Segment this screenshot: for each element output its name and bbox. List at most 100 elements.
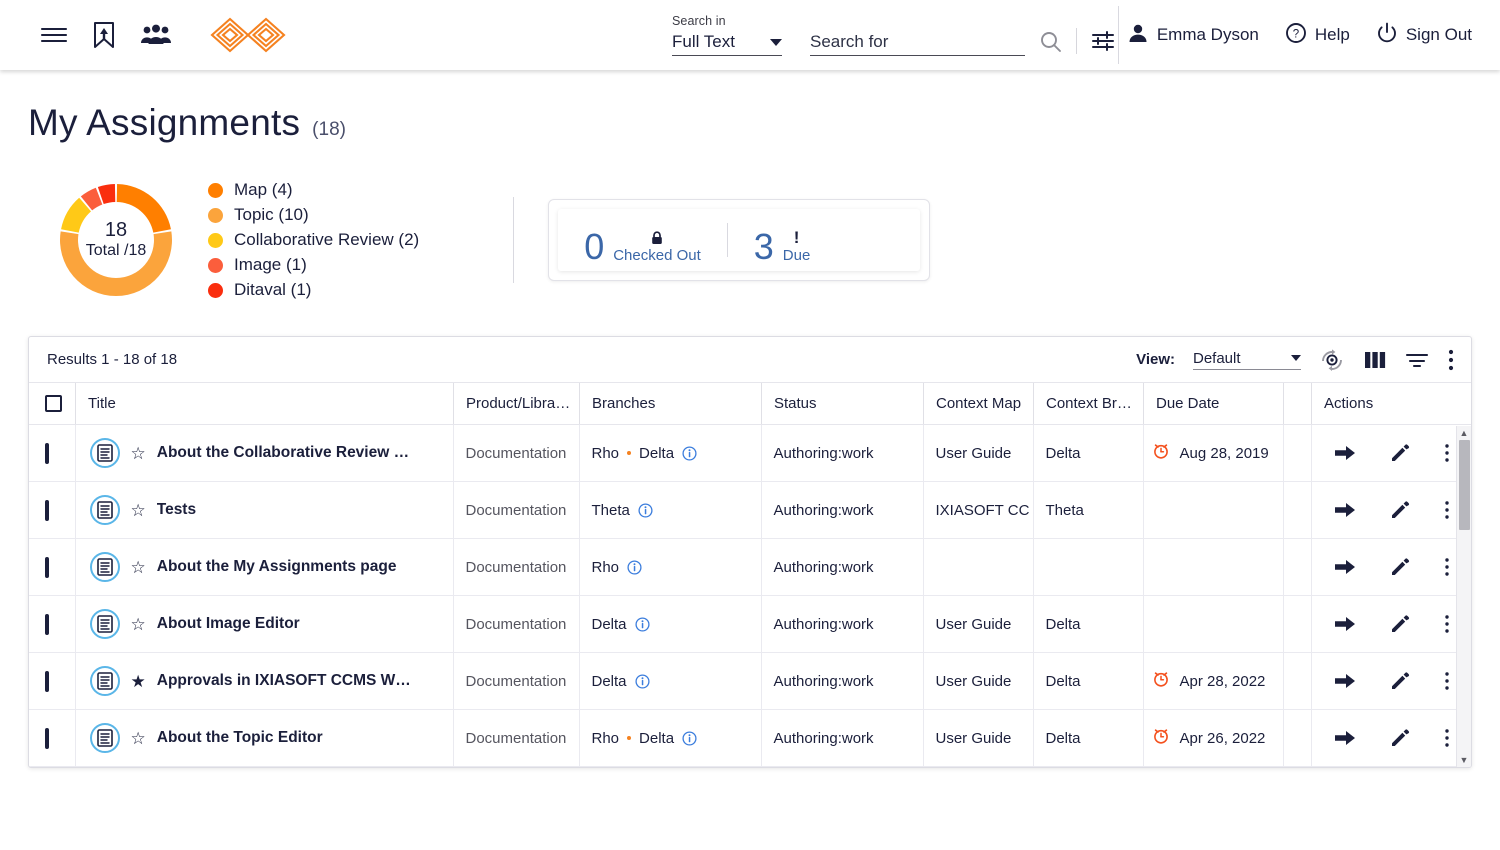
column-header-title[interactable]: Title <box>75 383 453 425</box>
legend-item-map[interactable]: Map (4) <box>208 180 419 200</box>
scroll-up-arrow[interactable]: ▲ <box>1460 426 1469 440</box>
legend-item-collaborative-review[interactable]: Collaborative Review (2) <box>208 230 419 250</box>
checked-out-label: Checked Out <box>613 247 701 264</box>
stat-due[interactable]: 3 ! Due <box>728 209 837 271</box>
column-header-context-map[interactable]: Context Map <box>923 383 1033 425</box>
table-scrollbar[interactable]: ▲ ▼ <box>1456 426 1471 767</box>
row-more-options-icon[interactable] <box>1444 500 1450 520</box>
edit-pencil-icon[interactable] <box>1390 557 1410 577</box>
table-row[interactable]: ☆ Tests Documentation Theta Authoring:wo… <box>29 481 1471 539</box>
row-status-cell: Authoring:work <box>760 538 923 596</box>
star-outline-icon[interactable]: ☆ <box>131 445 146 462</box>
document-type-icon[interactable] <box>89 552 120 582</box>
columns-icon[interactable] <box>1363 350 1387 370</box>
select-all-checkbox[interactable] <box>45 395 62 412</box>
bookmark-icon[interactable] <box>92 21 116 49</box>
edit-pencil-icon[interactable] <box>1390 614 1410 634</box>
row-product-cell: Documentation <box>452 424 579 482</box>
context-branch-value: Delta <box>1045 729 1081 747</box>
legend-item-topic[interactable]: Topic (10) <box>208 205 419 225</box>
search-input[interactable] <box>810 32 1025 56</box>
row-title[interactable]: About the My Assignments page <box>157 558 397 576</box>
star-outline-icon[interactable]: ☆ <box>131 559 146 576</box>
row-checkbox[interactable] <box>45 670 49 692</box>
branch-info-icon[interactable] <box>634 616 650 632</box>
filter-icon[interactable] <box>1405 350 1429 370</box>
search-filter-tune-icon[interactable] <box>1091 30 1115 52</box>
branch-info-icon[interactable] <box>638 502 653 518</box>
row-title[interactable]: About Image Editor <box>157 615 300 633</box>
menu-icon[interactable] <box>40 25 68 45</box>
document-type-icon[interactable] <box>89 609 120 639</box>
stat-checked-out[interactable]: 0 Checked Out <box>558 209 727 271</box>
row-checkbox[interactable] <box>45 613 49 635</box>
edit-pencil-icon[interactable] <box>1390 728 1410 748</box>
row-spacer-cell <box>1282 652 1311 710</box>
table-row[interactable]: ★ Approvals in IXIASOFT CCMS W… Document… <box>29 652 1471 710</box>
table-row[interactable]: ☆ About the My Assignments page Document… <box>29 538 1471 596</box>
edit-pencil-icon[interactable] <box>1390 671 1410 691</box>
scrollbar-thumb[interactable] <box>1459 440 1470 530</box>
open-arrow-icon[interactable] <box>1334 615 1356 633</box>
refresh-icon[interactable] <box>1319 348 1345 372</box>
donut-segment-map[interactable] <box>116 184 171 233</box>
row-branches-cell: Rho Delta <box>578 709 761 767</box>
search-icon[interactable] <box>1039 30 1062 53</box>
sign-out-button[interactable]: Sign Out <box>1376 22 1472 49</box>
row-checkbox[interactable] <box>45 556 49 578</box>
column-header-branches[interactable]: Branches <box>579 383 761 425</box>
column-header-product[interactable]: Product/Libra… <box>453 383 579 425</box>
document-type-icon[interactable] <box>89 666 120 696</box>
document-type-icon[interactable] <box>89 495 120 525</box>
ixiasoft-logo[interactable] <box>208 16 288 54</box>
open-arrow-icon[interactable] <box>1334 729 1356 747</box>
document-type-icon[interactable] <box>89 438 120 468</box>
legend-item-image[interactable]: Image (1) <box>208 255 419 275</box>
branch-info-icon[interactable] <box>682 730 697 746</box>
open-arrow-icon[interactable] <box>1334 672 1356 690</box>
column-header-context-branch[interactable]: Context Br… <box>1033 383 1143 425</box>
row-checkbox[interactable] <box>45 499 49 521</box>
view-select[interactable]: Default <box>1193 350 1301 370</box>
legend-item-ditaval[interactable]: Ditaval (1) <box>208 280 419 300</box>
donut-segment-topic[interactable] <box>60 231 172 296</box>
row-checkbox[interactable] <box>45 727 49 749</box>
document-type-icon[interactable] <box>89 723 120 753</box>
row-title[interactable]: About the Collaborative Review … <box>157 444 409 462</box>
people-icon[interactable] <box>140 23 172 47</box>
column-header-due-date[interactable]: Due Date <box>1143 383 1283 425</box>
row-title[interactable]: Tests <box>157 501 196 519</box>
row-checkbox[interactable] <box>45 442 49 464</box>
star-outline-icon[interactable]: ☆ <box>131 616 146 633</box>
row-title[interactable]: About the Topic Editor <box>157 729 323 747</box>
row-more-options-icon[interactable] <box>1444 728 1450 748</box>
branch-info-icon[interactable] <box>634 673 650 689</box>
search-in-select[interactable]: Full Text <box>672 32 782 56</box>
star-outline-icon[interactable]: ☆ <box>131 502 146 519</box>
branch-info-icon[interactable] <box>627 559 642 575</box>
table-row[interactable]: ☆ About the Topic Editor Documentation R… <box>29 709 1471 767</box>
table-row[interactable]: ☆ About the Collaborative Review … Docum… <box>29 424 1471 482</box>
edit-pencil-icon[interactable] <box>1390 500 1410 520</box>
row-select-cell <box>29 595 75 653</box>
open-arrow-icon[interactable] <box>1334 501 1356 519</box>
edit-pencil-icon[interactable] <box>1390 443 1410 463</box>
star-outline-icon[interactable]: ☆ <box>131 730 146 747</box>
help-label: Help <box>1314 25 1350 44</box>
column-header-status[interactable]: Status <box>761 383 923 425</box>
row-title[interactable]: Approvals in IXIASOFT CCMS W… <box>157 672 411 690</box>
scroll-down-arrow[interactable]: ▼ <box>1460 753 1469 767</box>
open-arrow-icon[interactable] <box>1334 444 1356 462</box>
row-more-options-icon[interactable] <box>1444 443 1450 463</box>
user-account-button[interactable]: Emma Dyson <box>1127 22 1259 49</box>
row-more-options-icon[interactable] <box>1444 614 1450 634</box>
more-options-icon[interactable] <box>1447 348 1455 372</box>
row-more-options-icon[interactable] <box>1444 671 1450 691</box>
help-button[interactable]: ? Help <box>1285 22 1350 49</box>
branch-info-icon[interactable] <box>682 445 697 461</box>
star-filled-icon[interactable]: ★ <box>131 673 146 690</box>
open-arrow-icon[interactable] <box>1334 558 1356 576</box>
context-branch-value: Theta <box>1045 501 1084 519</box>
table-row[interactable]: ☆ About Image Editor Documentation Delta… <box>29 595 1471 653</box>
row-more-options-icon[interactable] <box>1444 557 1450 577</box>
